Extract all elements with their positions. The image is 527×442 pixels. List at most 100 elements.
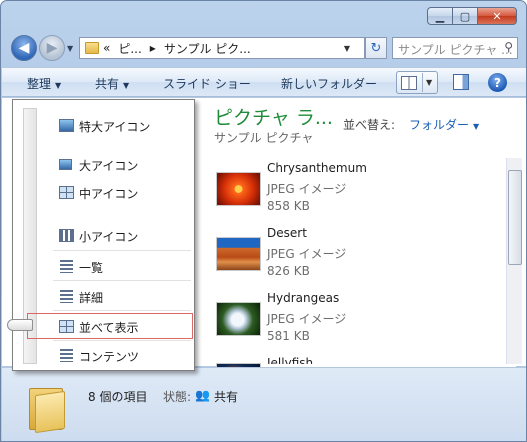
back-button[interactable]: ◀ bbox=[11, 35, 37, 61]
menu-item-label: 中アイコン bbox=[79, 187, 139, 201]
back-arrow-icon: ◀ bbox=[18, 40, 30, 56]
chevron-down-icon: ▼ bbox=[123, 81, 130, 90]
view-slider-knob[interactable] bbox=[7, 319, 33, 331]
menu-item-label: 特大アイコン bbox=[79, 120, 151, 134]
preview-pane-button[interactable] bbox=[453, 74, 469, 90]
minimize-icon: ▁ bbox=[435, 9, 445, 23]
breadcrumb-pictures[interactable]: ピ... bbox=[118, 40, 141, 57]
close-button[interactable]: ✕ bbox=[477, 7, 517, 25]
file-name: Hydrangeas bbox=[267, 291, 340, 305]
organize-label: 整理 bbox=[27, 77, 52, 91]
file-size: 858 KB bbox=[267, 199, 310, 213]
menu-item-tiles[interactable]: 並べて表示 bbox=[27, 313, 193, 339]
share-button[interactable]: 共有 ▼ bbox=[95, 75, 129, 92]
list-icon bbox=[60, 260, 73, 273]
navigation-bar: ◀ ▶ ▼ « ピ... ▸ サンプル ピク... ▼ ↻ サンプル ピクチャ … bbox=[9, 34, 519, 62]
scrollbar-thumb[interactable] bbox=[508, 170, 522, 265]
menu-divider bbox=[53, 250, 191, 251]
share-label: 共有 bbox=[95, 77, 120, 91]
extra-large-icons-icon bbox=[59, 119, 74, 132]
menu-item-medium-icons[interactable]: 中アイコン bbox=[13, 180, 196, 206]
menu-divider bbox=[53, 310, 191, 311]
folder-icon bbox=[85, 42, 99, 54]
menu-item-label: コンテンツ bbox=[79, 350, 140, 364]
file-item[interactable]: Desert JPEG イメージ 826 KB bbox=[216, 226, 496, 290]
slideshow-label: スライド ショー bbox=[163, 77, 251, 91]
small-icons-icon bbox=[59, 229, 74, 242]
library-title: ピクチャ ラ... bbox=[214, 107, 333, 129]
menu-divider bbox=[53, 280, 191, 281]
recent-pages-dropdown[interactable]: ▼ bbox=[67, 44, 73, 53]
view-button-separator bbox=[422, 73, 423, 92]
state-label: 状態: bbox=[163, 390, 192, 404]
menu-item-label: 一覧 bbox=[79, 261, 104, 275]
medium-icons-icon bbox=[59, 186, 74, 199]
maximize-icon: ▢ bbox=[459, 9, 471, 23]
menu-item-small-icons[interactable]: 小アイコン bbox=[13, 223, 196, 249]
chevron-down-icon: ▼ bbox=[473, 122, 480, 131]
help-icon: ? bbox=[494, 75, 501, 90]
help-button[interactable]: ? bbox=[488, 73, 507, 92]
forward-button[interactable]: ▶ bbox=[39, 35, 65, 61]
tiles-icon bbox=[59, 320, 74, 333]
change-view-button[interactable]: ▼ bbox=[396, 71, 438, 94]
menu-item-label: 並べて表示 bbox=[79, 321, 139, 335]
menu-item-list[interactable]: 一覧 bbox=[13, 254, 196, 280]
details-pane: 8 個の項目 状態: 👥 共有 bbox=[2, 367, 526, 441]
state-value: 共有 bbox=[214, 390, 239, 404]
file-type: JPEG イメージ bbox=[267, 182, 347, 196]
chevron-down-icon: ▼ bbox=[55, 81, 62, 90]
view-grid-icon bbox=[401, 75, 417, 90]
address-overflow-chevron[interactable]: « bbox=[103, 41, 110, 55]
vertical-scrollbar[interactable] bbox=[506, 158, 522, 364]
refresh-button[interactable]: ↻ bbox=[365, 37, 387, 59]
file-name: Desert bbox=[267, 226, 307, 240]
close-icon: ✕ bbox=[492, 9, 502, 23]
sort-by-value: フォルダー bbox=[409, 118, 470, 132]
details-icon bbox=[60, 290, 73, 303]
search-input[interactable]: サンプル ピクチャ ... ⚲ bbox=[392, 37, 518, 59]
search-icon: ⚲ bbox=[504, 40, 513, 54]
image-thumbnail bbox=[216, 302, 261, 336]
chevron-down-icon[interactable]: ▼ bbox=[426, 78, 432, 87]
menu-divider bbox=[53, 340, 191, 341]
slideshow-button[interactable]: スライド ショー bbox=[163, 75, 251, 92]
library-subtitle: サンプル ピクチャ bbox=[214, 131, 314, 145]
new-folder-label: 新しいフォルダー bbox=[281, 77, 378, 91]
menu-item-label: 大アイコン bbox=[79, 159, 139, 173]
menu-item-extra-large-icons[interactable]: 特大アイコン bbox=[13, 113, 196, 139]
folder-front bbox=[35, 390, 65, 434]
menu-item-label: 詳細 bbox=[79, 291, 104, 305]
file-item[interactable]: Chrysanthemum JPEG イメージ 858 KB bbox=[216, 161, 496, 225]
menu-item-large-icons[interactable]: 大アイコン bbox=[13, 152, 196, 178]
address-bar[interactable]: « ピ... ▸ サンプル ピク... ▼ bbox=[79, 37, 365, 59]
menu-item-content[interactable]: コンテンツ bbox=[13, 343, 196, 369]
image-thumbnail bbox=[216, 237, 261, 271]
large-icons-icon bbox=[59, 159, 72, 170]
view-menu: 特大アイコン 大アイコン 中アイコン 小アイコン 一覧 詳細 並べて表示 コンテ… bbox=[12, 99, 195, 371]
breadcrumb-sample-pictures[interactable]: サンプル ピク... bbox=[164, 40, 251, 57]
image-thumbnail bbox=[216, 172, 261, 206]
command-bar: 整理 ▼ 共有 ▼ スライド ショー 新しいフォルダー ▼ ? bbox=[2, 67, 526, 97]
organize-button[interactable]: 整理 ▼ bbox=[27, 75, 61, 92]
file-type: JPEG イメージ bbox=[267, 247, 347, 261]
item-count: 8 個の項目 bbox=[88, 390, 148, 404]
caption-buttons: ▁ ▢ ✕ bbox=[427, 7, 517, 25]
new-folder-button[interactable]: 新しいフォルダー bbox=[281, 75, 377, 92]
breadcrumb-separator[interactable]: ▸ bbox=[150, 41, 156, 55]
file-size: 826 KB bbox=[267, 264, 310, 278]
menu-item-details[interactable]: 詳細 bbox=[13, 284, 196, 310]
refresh-icon: ↻ bbox=[370, 40, 382, 56]
minimize-button[interactable]: ▁ bbox=[427, 7, 453, 25]
sort-by-dropdown[interactable]: フォルダー ▼ bbox=[409, 116, 479, 133]
content-icon bbox=[60, 349, 73, 362]
partial-row bbox=[216, 360, 516, 367]
maximize-button[interactable]: ▢ bbox=[452, 7, 478, 25]
shared-users-icon: 👥 bbox=[195, 388, 210, 402]
folder-icon bbox=[29, 385, 67, 434]
address-dropdown-icon[interactable]: ▼ bbox=[344, 44, 350, 53]
file-item[interactable]: Hydrangeas JPEG イメージ 581 KB bbox=[216, 291, 496, 355]
file-size: 581 KB bbox=[267, 329, 310, 343]
forward-arrow-icon: ▶ bbox=[46, 40, 58, 56]
file-name: Chrysanthemum bbox=[267, 161, 367, 175]
